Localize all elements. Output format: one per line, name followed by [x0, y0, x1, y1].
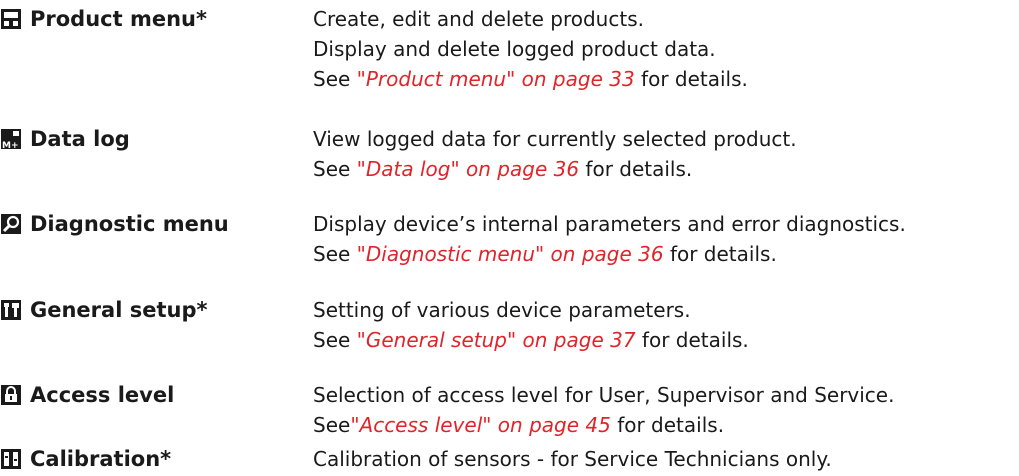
see-suffix: for details.	[610, 413, 725, 437]
general-setup-link[interactable]: "General setup" on page 37	[357, 328, 636, 352]
see-prefix: See	[313, 242, 357, 266]
label-text: Calibration*	[30, 447, 172, 471]
label-text: General setup*	[30, 298, 208, 322]
product-menu-icon	[0, 8, 22, 30]
entry-label: Calibration*	[0, 444, 313, 474]
entry-description: Create, edit and delete products. Displa…	[313, 4, 748, 94]
see-line: See "General setup" on page 37 for detai…	[313, 325, 749, 355]
magnifier-icon	[0, 213, 22, 235]
data-log-icon: M+	[0, 128, 22, 150]
entry-label: Diagnostic menu	[0, 209, 313, 239]
entry-product-menu: Product menu* Create, edit and delete pr…	[0, 4, 1019, 94]
description-line: Display and delete logged product data.	[313, 37, 716, 61]
see-line: See "Product menu" on page 33 for detail…	[313, 64, 748, 94]
entry-description: Setting of various device parameters. Se…	[313, 295, 749, 355]
label-text: Diagnostic menu	[30, 212, 229, 236]
description-line: Create, edit and delete products.	[313, 7, 644, 31]
description-line: Selection of access level for User, Supe…	[313, 383, 895, 407]
entry-access-level: Access level Selection of access level f…	[0, 380, 1019, 440]
entry-description: Calibration of sensors - for Service Tec…	[313, 444, 832, 474]
see-prefix: See	[313, 157, 357, 181]
see-suffix: for details.	[635, 328, 749, 352]
diagnostic-menu-link[interactable]: "Diagnostic menu" on page 36	[357, 242, 664, 266]
entry-diagnostic-menu: Diagnostic menu Display device’s interna…	[0, 209, 1019, 269]
data-log-link[interactable]: "Data log" on page 36	[357, 157, 579, 181]
entry-description: View logged data for currently selected …	[313, 124, 797, 184]
entry-label: Access level	[0, 380, 313, 410]
entry-calibration: Calibration* Calibration of sensors - fo…	[0, 444, 1019, 474]
tools-icon	[0, 299, 22, 321]
description-line: Calibration of sensors - for Service Tec…	[313, 447, 832, 471]
entry-label: Product menu*	[0, 4, 313, 34]
entry-data-log: M+ Data log View logged data for current…	[0, 124, 1019, 184]
calibration-icon	[0, 448, 22, 470]
lock-icon	[0, 384, 22, 406]
entry-label: General setup*	[0, 295, 313, 325]
see-suffix: for details.	[663, 242, 777, 266]
entry-description: Display device’s internal parameters and…	[313, 209, 906, 269]
see-prefix: See	[313, 67, 357, 91]
description-line: Setting of various device parameters.	[313, 298, 691, 322]
see-suffix: for details.	[579, 157, 693, 181]
see-line: See"Access level" on page 45 for details…	[313, 410, 894, 440]
access-level-link[interactable]: "Access level" on page 45	[350, 413, 611, 437]
see-prefix: See	[313, 413, 351, 437]
entry-label: M+ Data log	[0, 124, 313, 154]
product-menu-link[interactable]: "Product menu" on page 33	[357, 67, 635, 91]
label-text: Data log	[30, 127, 130, 151]
see-suffix: for details.	[634, 67, 748, 91]
label-text: Product menu*	[30, 7, 207, 31]
description-line: Display device’s internal parameters and…	[313, 212, 906, 236]
description-line: View logged data for currently selected …	[313, 127, 797, 151]
entry-general-setup: General setup* Setting of various device…	[0, 295, 1019, 355]
see-line: See "Diagnostic menu" on page 36 for det…	[313, 239, 906, 269]
label-text: Access level	[30, 383, 175, 407]
see-line: See "Data log" on page 36 for details.	[313, 154, 797, 184]
entry-description: Selection of access level for User, Supe…	[313, 380, 894, 440]
see-prefix: See	[313, 328, 357, 352]
svg-text:M+: M+	[2, 141, 19, 150]
